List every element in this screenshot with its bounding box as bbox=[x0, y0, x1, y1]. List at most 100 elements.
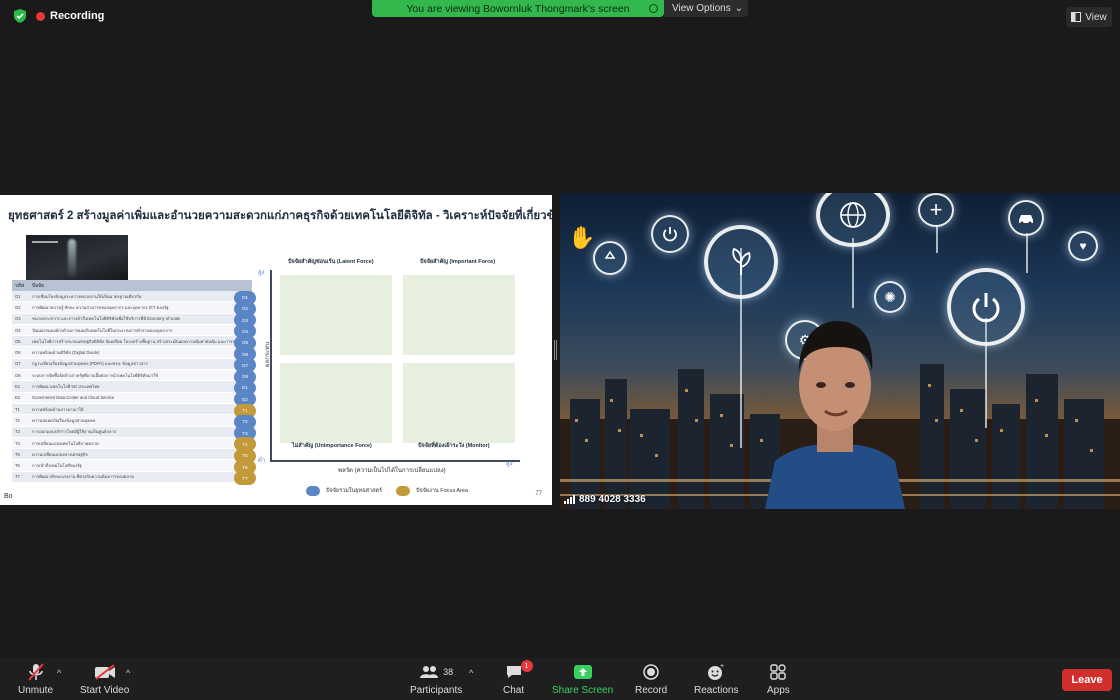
share-screen-button[interactable]: Share Screen bbox=[552, 662, 613, 696]
y-axis-label: ผลกระทบ bbox=[265, 341, 271, 367]
table-row: T5 ความเปลี่ยนแปลงทางเศรษฐกิจ bbox=[12, 449, 252, 461]
recycle-icon bbox=[593, 241, 627, 275]
legend-gold-label: ปัจจัยงาน Focus Area bbox=[416, 488, 469, 494]
y-high-tick: สูง bbox=[258, 270, 265, 276]
view-button[interactable]: View bbox=[1066, 7, 1112, 27]
record-icon bbox=[643, 662, 659, 682]
row-code: T4 bbox=[15, 440, 20, 446]
participants-caret-icon[interactable]: ^ bbox=[469, 668, 473, 678]
chevron-down-icon: ⌄ bbox=[734, 3, 744, 14]
participant-video-tile[interactable]: + ♥ ✺ ⚙ ✋ 889 4028 3336 bbox=[560, 193, 1120, 509]
legend-blue-label: ปัจจัยร่วมในยุทธศาสตร์ bbox=[326, 488, 382, 494]
table-row: O8 ระบบการจัดซื้อจัดจ้างภาครัฐที่อาจเอื้อ… bbox=[12, 370, 252, 382]
table-row: O7 กฎระเบียบเรื่องข้อมูลส่วนบุคคล (PDPA) … bbox=[12, 358, 252, 371]
row-factor: การพัฒนาทักษะแรงงาน ที่ตรงกับความต้องการ… bbox=[32, 474, 135, 480]
apps-label: Apps bbox=[767, 685, 790, 696]
meeting-id: 889 4028 3336 bbox=[564, 494, 646, 505]
share-screen-icon bbox=[573, 662, 593, 682]
slide-corner-text: Bo bbox=[4, 493, 13, 500]
participants-label: Participants bbox=[410, 685, 463, 696]
row-code: O2 bbox=[15, 304, 21, 310]
svg-text:+: + bbox=[720, 663, 724, 670]
smiley-icon: + bbox=[707, 662, 725, 682]
table-row: T1 ความพร้อมด้านการอาณาใต้ bbox=[12, 403, 252, 416]
row-factor: Government Data Center and Cloud Service bbox=[32, 395, 115, 401]
slide-page-number: 77 bbox=[535, 491, 542, 497]
row-code: O7 bbox=[15, 361, 21, 367]
table-row: E2 Government Data Center and Cloud Servi… bbox=[12, 392, 252, 404]
row-code: E2 bbox=[15, 395, 21, 401]
row-factor: การออกแบบบริการโดยมีผู้ใช้งานเป็นศูนย์กล… bbox=[32, 429, 116, 435]
row-code: T2 bbox=[15, 417, 20, 423]
legend-blue-swatch bbox=[306, 486, 320, 496]
legend-gold: ปัจจัยงาน Focus Area bbox=[396, 486, 468, 496]
large-power-icon bbox=[947, 268, 1025, 346]
legend-blue: ปัจจัยร่วมในยุทธศาสตร์ bbox=[306, 486, 382, 496]
record-label: Record bbox=[635, 685, 668, 696]
status-circle-icon bbox=[649, 4, 658, 13]
apps-button[interactable]: Apps bbox=[767, 662, 790, 696]
reactions-label: Reactions bbox=[694, 685, 739, 696]
slide-title: ยุทธศาสตร์ 2 สร้างมูลค่าเพิ่มและอำนวยควา… bbox=[8, 210, 552, 222]
row-factor: วัฒนธรรมองค์กรด้านการยอมรับเทคโนโลยีในกร… bbox=[32, 327, 172, 333]
label-important: ปัจจัยสำคัญ (Important Force) bbox=[420, 259, 496, 265]
x-axis bbox=[270, 460, 520, 462]
record-button[interactable]: Record bbox=[635, 662, 667, 696]
video-options-caret-icon[interactable]: ^ bbox=[126, 668, 130, 678]
split-divider-handle[interactable] bbox=[554, 340, 557, 360]
row-code: O1 bbox=[15, 293, 21, 299]
recording-label: Recording bbox=[50, 10, 105, 22]
table-row: T4 การเปลี่ยนแปลงเทคโนโลยีภาคตลาด bbox=[12, 437, 252, 450]
start-video-button[interactable]: Start Video bbox=[80, 662, 129, 696]
heart-icon: ♥ bbox=[1068, 231, 1098, 261]
header-factor: ปัจจัย bbox=[32, 282, 44, 289]
table-row: O2 การพัฒนาความรู้ ทักษะ ความสามารถของบุค… bbox=[12, 302, 252, 314]
globe-icon bbox=[816, 193, 890, 247]
reactions-button[interactable]: + Reactions bbox=[694, 662, 738, 696]
row-code: O8 bbox=[15, 372, 21, 378]
row-factor: ความเปลี่ยนแปลงทางเศรษฐกิจ bbox=[32, 451, 88, 457]
recording-dot-icon bbox=[36, 11, 45, 21]
table-row: O1 การเชื่อมโยงข้อมูลระหว่างหน่วยงานให้เป… bbox=[12, 291, 252, 303]
participants-icon bbox=[420, 666, 439, 678]
x-axis-label: พลวัต (ความเป็นไปได้ในการเปลี่ยนแปลง) bbox=[338, 468, 446, 474]
table-row: T2 ความปลอดภัยเรื่องข้อมูลส่วนบุคคล bbox=[12, 415, 252, 427]
recording-status[interactable]: Recording bbox=[36, 10, 104, 22]
viewing-screen-banner: You are viewing Bowornluk Thongmark's sc… bbox=[372, 0, 664, 17]
label-latent: ปัจจัยสำคัญซ่อนเร้น (Latent Force) bbox=[288, 259, 374, 265]
chat-badge: 1 bbox=[520, 660, 533, 672]
view-options-button[interactable]: View Options ⌄ bbox=[664, 0, 748, 17]
row-factor: ความพร้อมด้านดิจิทัล (Digital Divide) bbox=[32, 350, 100, 356]
participants-button[interactable]: 38 Participants bbox=[410, 662, 462, 696]
table-row: T3 การออกแบบบริการโดยมีผู้ใช้งานเป็นศูนย์… bbox=[12, 426, 252, 438]
leave-button[interactable]: Leave bbox=[1062, 669, 1112, 691]
row-factor: ขนาดประชากร และการเข้าถึงเทคโนโลยีดิจิทั… bbox=[32, 316, 181, 322]
low-tick: ต่ำ bbox=[258, 458, 266, 464]
table-row: O6 ความพร้อมด้านดิจิทัล (Digital Divide) bbox=[12, 347, 252, 359]
row-factor: เทคโนโลยีการสร้างระบบเศรษฐกิจดิจิทัล จัด… bbox=[32, 338, 247, 344]
row-code: T1 bbox=[15, 406, 20, 412]
participants-count: 38 bbox=[443, 667, 454, 677]
row-factor: ความปลอดภัยเรื่องข้อมูลส่วนบุคคล bbox=[32, 417, 96, 423]
row-code: O6 bbox=[15, 350, 21, 356]
x-high-tick: สูง bbox=[506, 461, 513, 467]
chat-button[interactable]: 1 Chat bbox=[503, 660, 533, 696]
label-unimportant: ไม่สำคัญ (Unimportance Force) bbox=[292, 443, 372, 449]
meeting-toolbar: Unmute ^ Start Video ^ 38 Participants ^… bbox=[0, 658, 1120, 700]
table-row: O4 วัฒนธรรมองค์กรด้านการยอมรับเทคโนโลยีใน… bbox=[12, 324, 252, 337]
plus-icon: + bbox=[918, 193, 954, 227]
row-factor: ความพร้อมด้านการอาณาใต้ bbox=[32, 406, 84, 412]
table-row: O3 ขนาดประชากร และการเข้าถึงเทคโนโลยีดิจิ… bbox=[12, 313, 252, 325]
quadrant-unimportant bbox=[280, 363, 392, 443]
power-icon bbox=[651, 215, 689, 253]
muted-mic-icon bbox=[27, 662, 45, 682]
row-code: O5 bbox=[15, 338, 21, 344]
unmute-button[interactable]: Unmute bbox=[18, 662, 53, 696]
audio-options-caret-icon[interactable]: ^ bbox=[57, 668, 61, 678]
table-body: O1 การเชื่อมโยงข้อมูลระหว่างหน่วยงานให้เป… bbox=[12, 291, 252, 484]
shield-icon[interactable] bbox=[12, 8, 28, 24]
row-code: E1 bbox=[15, 384, 21, 390]
table-row: O5 เทคโนโลยีการสร้างระบบเศรษฐกิจดิจิทัล จ… bbox=[12, 336, 252, 348]
participant-person bbox=[765, 321, 905, 509]
recording-indicator-group: Recording bbox=[12, 8, 104, 24]
